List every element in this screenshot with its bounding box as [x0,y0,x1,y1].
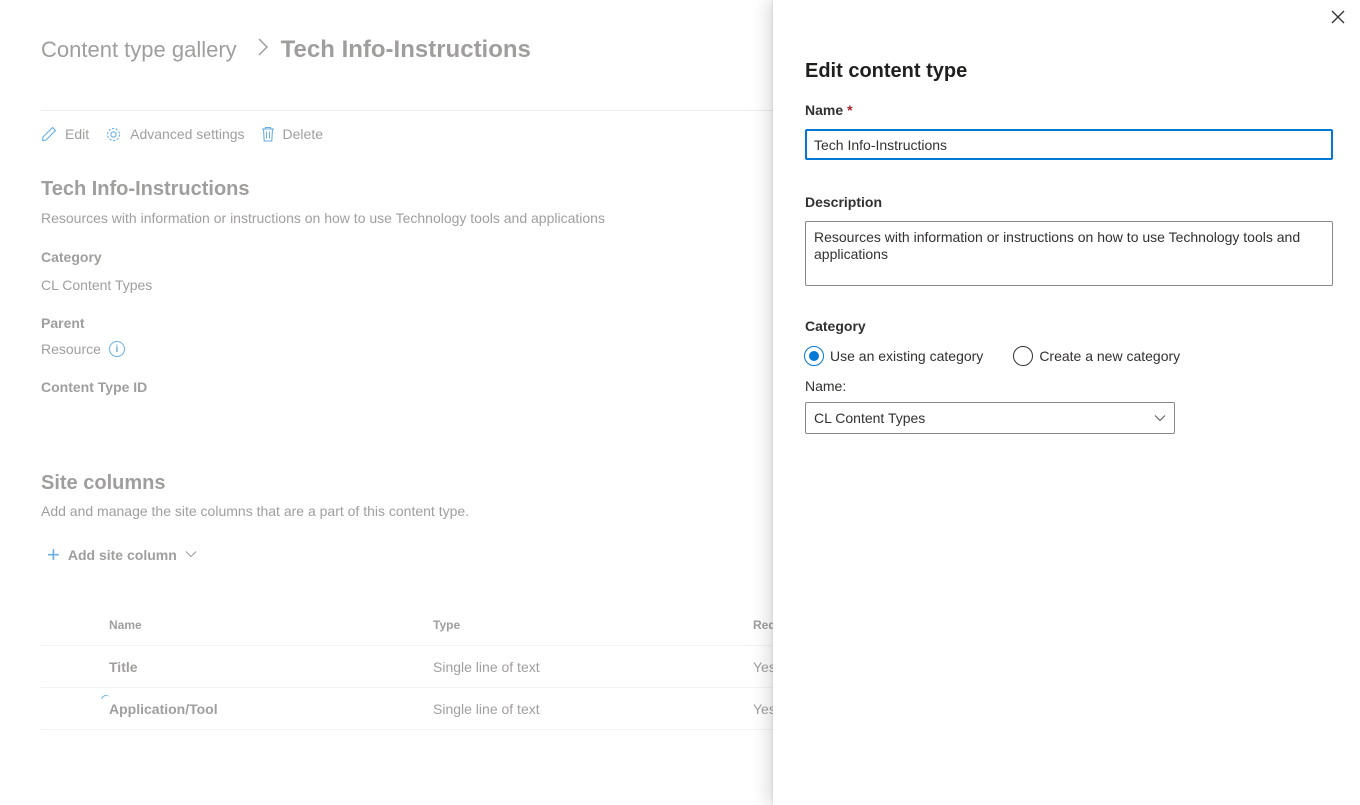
radio-use-existing-category[interactable]: Use an existing category [804,346,983,366]
category-radio-group: Use an existing category Create a new ca… [804,346,1210,366]
radio-new-label: Create a new category [1039,348,1181,364]
name-label: Name [805,102,844,118]
radio-create-new-category[interactable]: Create a new category [1013,346,1180,366]
radio-selected-icon [804,346,824,366]
category-dropdown[interactable]: CL Content Types [805,402,1175,434]
category-section-label: Category [805,318,866,334]
radio-unselected-icon [1013,346,1034,366]
edit-content-type-panel: Edit content type Name* Description Reso… [773,0,1360,805]
category-name-label: Name: [805,378,847,394]
description-textarea[interactable]: Resources with information or instructio… [805,221,1333,286]
name-input[interactable] [805,129,1333,160]
close-button[interactable] [1328,8,1348,28]
panel-title: Edit content type [805,60,968,82]
category-dropdown-value: CL Content Types [814,410,926,426]
panel-overlay[interactable] [0,0,775,805]
name-field-label: Name * [805,102,853,118]
chevron-down-icon [1154,411,1166,425]
close-icon [1331,7,1345,30]
radio-existing-label: Use an existing category [830,348,984,364]
required-marker: * [847,102,853,118]
description-label: Description [805,194,883,210]
